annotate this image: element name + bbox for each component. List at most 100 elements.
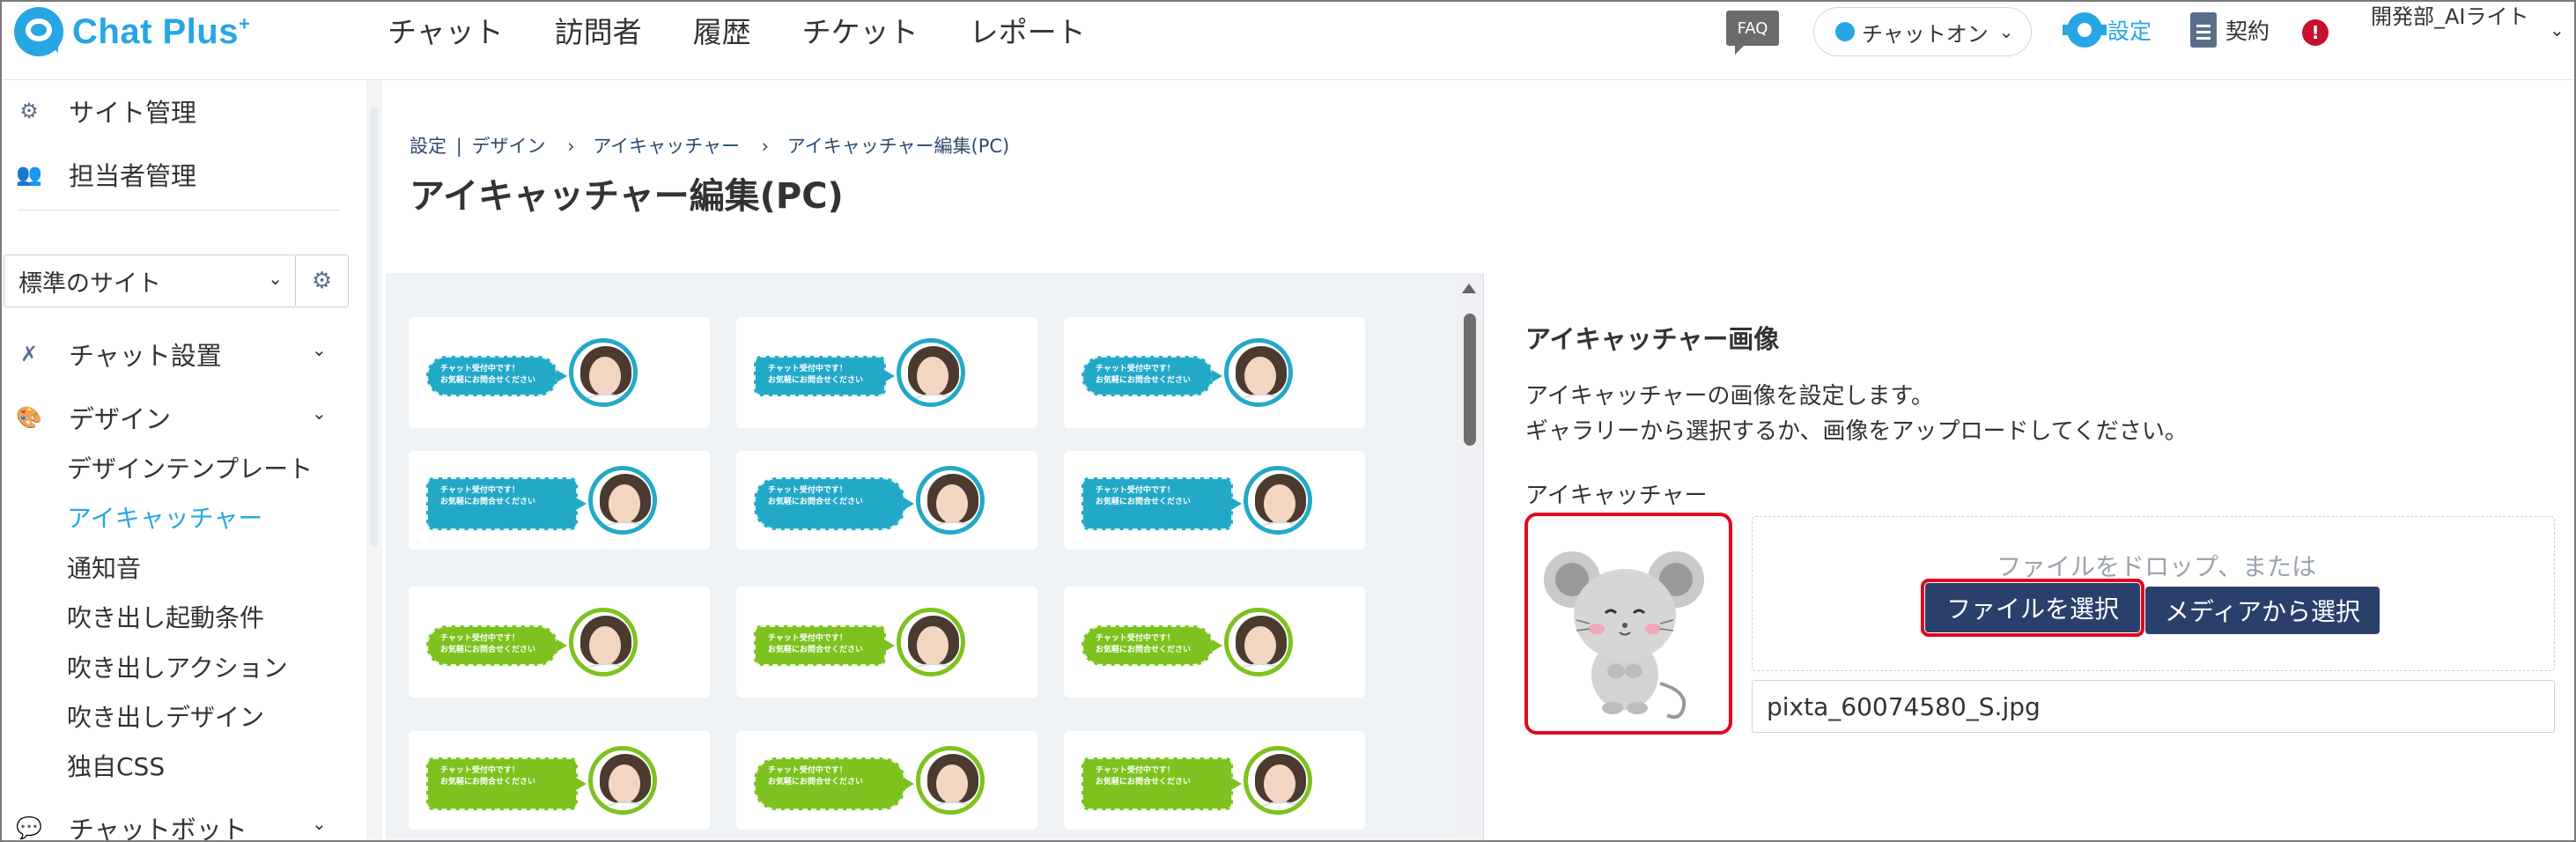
sidebar-scrollbar[interactable] [366,80,382,840]
nav-history[interactable]: 履歴 [693,9,751,51]
site-select[interactable]: 標準のサイト ⌄ [4,255,296,307]
sidebar-subitem-custom-css[interactable]: 独自CSS [67,748,165,783]
breadcrumb-separator: | [455,136,462,157]
sidebar-subitem-design-template[interactable]: デザインテンプレート [67,450,313,485]
logo-plus: + [238,12,251,35]
eyecatcher-template-card[interactable]: チャット受付中です！ お気軽にお問合せください [1064,587,1365,698]
operator-avatar-icon [1244,746,1312,815]
contract-link[interactable]: 契約 [2190,12,2270,48]
breadcrumb-eyecatcher[interactable]: アイキャッチャー [593,136,740,157]
scroll-up-arrow-icon[interactable] [1462,284,1476,293]
eyecatcher-template-card[interactable]: チャット受付中です！ お気軽にお問合せください [736,587,1037,698]
select-file-button[interactable]: ファイルを選択 [1921,579,2144,637]
select-from-media-button[interactable]: メディアから選択 [2145,587,2380,634]
nav-chat[interactable]: チャット [388,9,504,51]
scrollbar-thumb[interactable] [1464,314,1476,446]
bubble-text: お気軽にお問合せください [440,376,536,385]
user-menu[interactable]: 開発部_AIライト [2371,2,2534,32]
eyecatcher-template-card[interactable]: チャット受付中です！ お気軽にお問合せください [1064,317,1365,428]
chevron-down-icon[interactable]: ⌄ [312,813,327,834]
gallery-scrollbar[interactable] [1455,273,1483,840]
site-settings-gear-icon[interactable]: ⚙ [296,255,349,307]
eyecatcher-template-card[interactable]: チャット受付中です！ お気軽にお問合せください [1064,731,1365,830]
eyecatcher-template-card[interactable]: チャット受付中です！ お気軽にお問合せください [409,451,710,550]
operator-avatar-icon [1224,608,1293,676]
chevron-down-icon[interactable]: ⌄ [312,403,327,424]
eyecatcher-template-card[interactable]: チャット受付中です！ お気軽にお問合せください [736,317,1037,428]
eyecatcher-template-card[interactable]: チャット受付中です！ お気軽にお問合せください [409,731,710,830]
bubble-text: お気軽にお問合せください [1096,498,1192,506]
bubble-text: お気軽にお問合せください [440,778,536,787]
bubble-text: お気軽にお問合せください [1096,376,1192,385]
bubble-text: お気軽にお問合せください [440,646,536,654]
chevron-down-icon[interactable]: ⌄ [312,339,327,360]
faq-icon[interactable]: FAQ [1726,11,1779,55]
bubble-text: お気軽にお問合せください [768,778,864,787]
eyecatcher-template-card[interactable]: チャット受付中です！ お気軽にお問合せください [409,317,710,428]
bubble-text: お気軽にお問合せください [1096,778,1192,787]
eyecatcher-template-card[interactable]: チャット受付中です！ お気軽にお問合せください [736,451,1037,550]
bubble-text: チャット受付中です！ [1096,365,1175,373]
alert-icon[interactable]: ! [2302,19,2329,46]
chat-status-toggle[interactable]: チャットオン ⌄ [1813,7,2032,56]
filename-field[interactable]: pixta_60074580_S.jpg [1752,680,2555,733]
bubble-text: チャット受付中です！ [440,486,520,495]
gears-icon: ⚙ [19,99,39,123]
sidebar-item-site-admin[interactable]: ⚙ サイト管理 [2,92,196,129]
operator-avatar-icon [897,608,965,676]
sidebar-subitem-bubble-trigger[interactable]: 吹き出し起動条件 [67,599,264,634]
sidebar-item-chatbot[interactable]: 💬 チャットボット [2,809,247,840]
eyecatcher-template-card[interactable]: チャット受付中です！ お気軽にお問合せください [409,587,710,698]
speech-bubble: チャット受付中です！ お気軽にお問合せください [426,757,587,810]
sidebar-subitem-bubble-action[interactable]: 吹き出しアクション [67,649,288,684]
nav-tickets[interactable]: チケット [802,9,919,51]
operator-avatar-icon [916,466,985,535]
bubble-text: チャット受付中です！ [768,766,847,775]
page-edge [2560,273,2574,840]
sidebar-item-chat-settings[interactable]: ✗ チャット設置 [2,336,222,373]
bubble-text: お気軽にお問合せください [440,498,536,506]
chat-bubbles-icon: 💬 [16,816,42,840]
sidebar-item-design[interactable]: 🎨 デザイン [2,399,171,436]
logo[interactable]: Chat Plus+ [14,7,250,56]
operator-avatar-icon [916,746,985,815]
app-window: Chat Plus+ チャット 訪問者 履歴 チケット レポート FAQ チャッ… [0,0,2576,842]
eyecatcher-template-card[interactable]: チャット受付中です！ お気軽にお問合せください [1064,451,1365,550]
gear-icon [2063,12,2107,48]
contract-label: 契約 [2225,18,2270,44]
speech-bubble: チャット受付中です！ お気軽にお問合せください [754,757,914,810]
breadcrumb-current: アイキャッチャー編集(PC) [786,136,1010,157]
bubble-text: チャット受付中です！ [768,486,847,495]
chevron-down-icon: ⌄ [1998,21,2014,42]
chat-status-label: チャットオン [1862,21,1989,47]
chevron-down-icon[interactable]: ⌄ [2550,19,2565,41]
operator-avatar-icon [897,338,965,407]
sidebar-subitem-eyecatcher[interactable]: アイキャッチャー [67,499,262,535]
sidebar-subitem-notification-sound[interactable]: 通知音 [67,550,141,585]
sidebar-item-staff-admin[interactable]: 👥 担当者管理 [2,156,196,193]
speech-bubble: チャット受付中です！ お気軽にお問合せください [426,625,567,666]
speech-bubble: チャット受付中です！ お気軽にお問合せください [426,477,587,530]
dropzone-text: ファイルをドロップ、または [1997,552,2317,581]
speech-bubble: チャット受付中です！ お気軽にお問合せください [1081,757,1242,810]
bubble-text: お気軽にお問合せください [768,646,864,654]
operator-avatar-icon [1244,466,1312,535]
sidebar-item-label: サイト管理 [69,98,197,128]
breadcrumb-settings[interactable]: 設定 [410,136,447,157]
operator-avatar-icon [569,608,638,676]
section-title: アイキャッチャー画像 [1525,324,1780,354]
status-dot-icon [1835,22,1855,41]
speech-bubble: チャット受付中です！ お気軽にお問合せください [754,625,895,666]
nav-visitors[interactable]: 訪問者 [555,9,642,51]
section-description: アイキャッチャーの画像を設定します。 ギャラリーから選択するか、画像をアップロー… [1525,379,2188,449]
breadcrumb-design[interactable]: デザイン [471,136,545,157]
operator-avatar-icon [569,338,638,407]
sidebar-item-label: 担当者管理 [69,161,197,191]
nav-reports[interactable]: レポート [970,9,1086,51]
breadcrumb: 設定 | デザイン › アイキャッチャー › アイキャッチャー編集(PC) [410,132,1013,159]
bubble-text: チャット受付中です！ [768,634,847,643]
eyecatcher-template-card[interactable]: チャット受付中です！ お気軽にお問合せください [736,731,1037,830]
settings-link[interactable]: 設定 [2063,12,2152,48]
top-header: Chat Plus+ チャット 訪問者 履歴 チケット レポート FAQ チャッ… [2,2,2574,80]
sidebar-subitem-bubble-design[interactable]: 吹き出しデザイン [67,698,264,734]
